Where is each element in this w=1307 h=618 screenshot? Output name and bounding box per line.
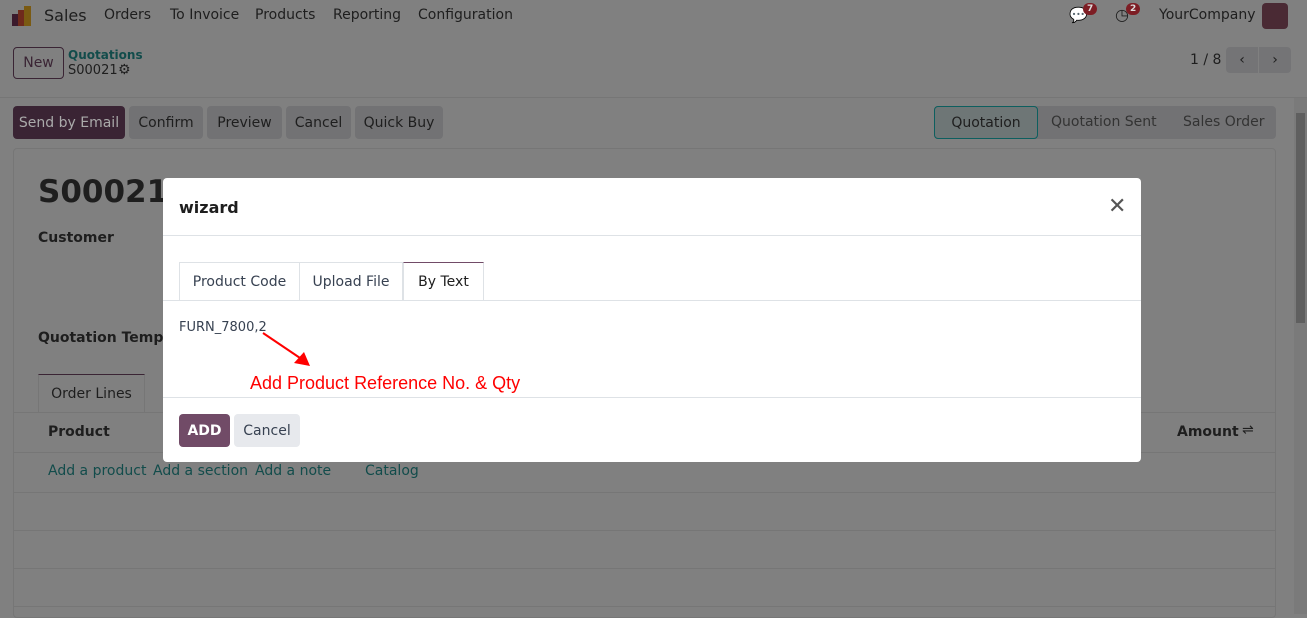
pager-prev-icon[interactable]: ‹ bbox=[1226, 47, 1258, 73]
divider bbox=[0, 97, 1307, 98]
preview-button[interactable]: Preview bbox=[207, 106, 282, 139]
column-settings-icon[interactable]: ⇌ bbox=[1242, 422, 1254, 438]
divider bbox=[13, 530, 1276, 531]
order-title: S00021 bbox=[38, 174, 169, 210]
app-name[interactable]: Sales bbox=[44, 6, 87, 25]
annotation-arrow-icon bbox=[262, 332, 310, 366]
tab-upload-file[interactable]: Upload File bbox=[299, 262, 403, 300]
divider bbox=[163, 300, 1141, 301]
cancel-order-button[interactable]: Cancel bbox=[286, 106, 351, 139]
quick-buy-button[interactable]: Quick Buy bbox=[355, 106, 443, 139]
breadcrumb-record: S00021 bbox=[68, 63, 118, 78]
divider bbox=[13, 606, 1276, 607]
tab-order-lines[interactable]: Order Lines bbox=[38, 374, 145, 412]
divider bbox=[13, 492, 1276, 493]
menu-orders[interactable]: Orders bbox=[104, 7, 151, 23]
col-product: Product bbox=[48, 424, 110, 440]
pager-value[interactable]: 1 / 8 bbox=[1190, 52, 1221, 68]
menu-products[interactable]: Products bbox=[255, 7, 315, 23]
top-navbar: Sales Orders To Invoice Products Reporti… bbox=[0, 0, 1307, 32]
scrollbar[interactable] bbox=[1294, 98, 1307, 614]
company-switcher[interactable]: YourCompany bbox=[1159, 7, 1256, 23]
tab-product-code[interactable]: Product Code bbox=[179, 262, 300, 300]
col-amount: Amount bbox=[1177, 424, 1239, 440]
cancel-button[interactable]: Cancel bbox=[234, 414, 300, 447]
customer-label: Customer bbox=[38, 230, 114, 246]
activities-badge: 2 bbox=[1126, 3, 1141, 15]
add-button[interactable]: ADD bbox=[179, 414, 230, 447]
divider bbox=[163, 397, 1141, 398]
catalog-link[interactable]: Catalog bbox=[365, 463, 419, 479]
gear-icon[interactable]: ⚙ bbox=[118, 62, 131, 78]
send-by-email-button[interactable]: Send by Email bbox=[13, 106, 125, 139]
dialog-title: wizard bbox=[179, 198, 239, 217]
add-product-link[interactable]: Add a product bbox=[48, 463, 146, 479]
menu-to-invoice[interactable]: To Invoice bbox=[170, 7, 239, 23]
menu-configuration[interactable]: Configuration bbox=[418, 7, 513, 23]
breadcrumb-quotations[interactable]: Quotations bbox=[68, 48, 143, 62]
tab-by-text[interactable]: By Text bbox=[403, 262, 484, 301]
divider bbox=[13, 568, 1276, 569]
messages-badge: 7 bbox=[1083, 3, 1098, 15]
wizard-dialog: wizard ✕ Product Code Upload File By Tex… bbox=[163, 178, 1141, 462]
status-quotation[interactable]: Quotation bbox=[934, 106, 1038, 139]
annotation-text: Add Product Reference No. & Qty bbox=[250, 373, 521, 393]
status-sales-order[interactable]: Sales Order bbox=[1183, 114, 1265, 130]
confirm-button[interactable]: Confirm bbox=[129, 106, 203, 139]
user-avatar[interactable] bbox=[1262, 3, 1288, 29]
add-note-link[interactable]: Add a note bbox=[255, 463, 331, 479]
new-button[interactable]: New bbox=[13, 47, 64, 79]
pager-next-icon[interactable]: › bbox=[1259, 47, 1291, 73]
divider bbox=[163, 235, 1141, 236]
status-quotation-sent[interactable]: Quotation Sent bbox=[1051, 114, 1157, 130]
add-section-link[interactable]: Add a section bbox=[153, 463, 248, 479]
sales-app-logo[interactable] bbox=[12, 6, 34, 26]
close-icon[interactable]: ✕ bbox=[1108, 194, 1126, 219]
text-input[interactable]: FURN_7800,2 bbox=[179, 320, 267, 335]
menu-reporting[interactable]: Reporting bbox=[333, 7, 401, 23]
